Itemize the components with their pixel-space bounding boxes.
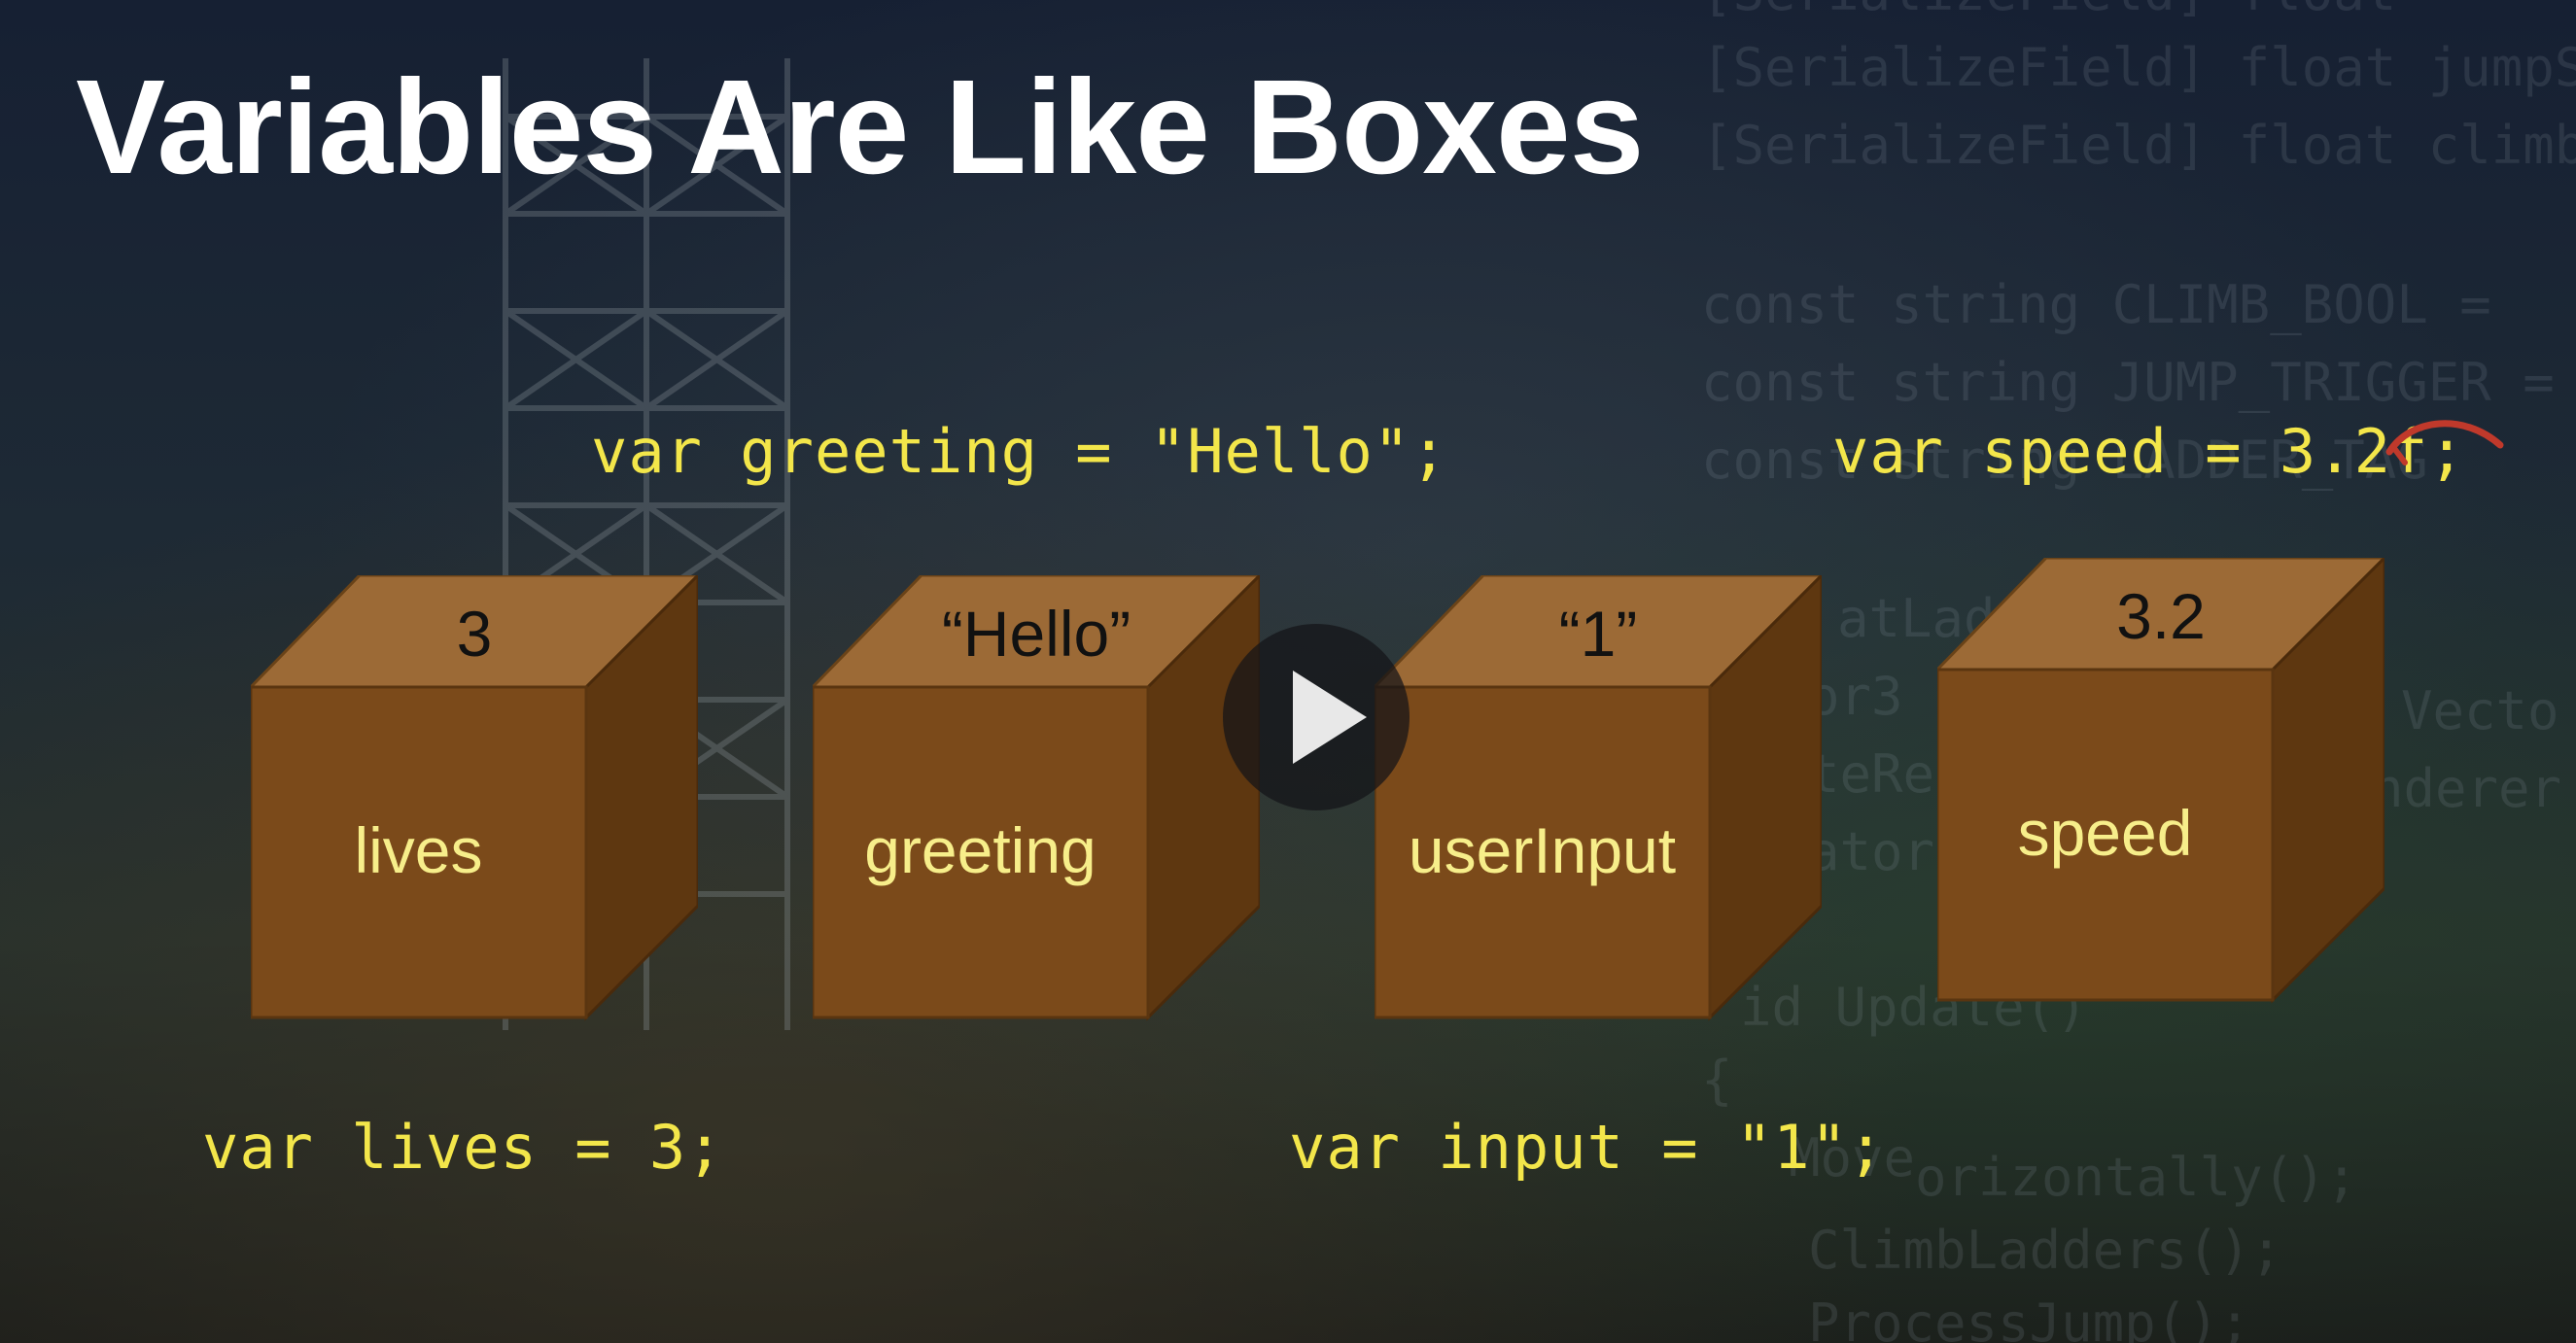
box-value: “Hello” (941, 598, 1131, 670)
slide-title: Variables Are Like Boxes (76, 52, 1644, 202)
background-code-line: ator (1808, 821, 1935, 882)
box-value: 3.2 (2116, 580, 2206, 652)
variable-box-userinput: “1” userInput (1375, 575, 1822, 1022)
variable-box-greeting: “Hello” greeting (813, 575, 1260, 1022)
variable-box-lives: 3 lives (251, 575, 698, 1022)
pen-annotation-icon (2385, 420, 2504, 465)
background-code-line: Vecto (2401, 680, 2559, 741)
background-code-line: [SerializeField] float climbS (1701, 115, 2576, 176)
box-label: lives (354, 814, 483, 886)
box-label: greeting (864, 814, 1097, 886)
box-value: “1” (1558, 598, 1638, 670)
variable-box-speed: 3.2 speed (1937, 558, 2385, 1005)
greeting-declaration: var greeting = "Hello"; (591, 416, 1448, 487)
play-icon (1293, 671, 1367, 764)
video-frame[interactable]: [SerializeField] float [SerializeField] … (0, 0, 2576, 1343)
box-value: 3 (456, 598, 493, 670)
background-code-line: orizontally(); (1915, 1147, 2358, 1208)
play-button[interactable] (1223, 624, 1410, 810)
background-code-line: { (1701, 1050, 1733, 1111)
background-code-line: [SerializeField] float jumpSp (1701, 37, 2576, 98)
box-label: userInput (1408, 814, 1677, 886)
background-code-line: or3 (1808, 666, 1903, 727)
background-code-line: ClimbLadders(); (1808, 1220, 2282, 1281)
box-label: speed (2017, 797, 2193, 869)
background-code-line: nderer (2372, 758, 2562, 819)
background-code-line: teRe (1808, 743, 1935, 805)
background-code-line: ProcessJump(); (1808, 1292, 2251, 1343)
input-declaration: var input = "1"; (1289, 1112, 1886, 1183)
background-code-line: [SerializeField] float (1701, 0, 2428, 22)
lives-declaration: var lives = 3; (202, 1112, 724, 1183)
background-code-line: const string JUMP_TRIGGER = (1701, 352, 2555, 413)
speed-declaration: var speed = 3.2f; (1832, 416, 2466, 487)
background-code-line: const string CLIMB_BOOL = (1701, 274, 2491, 335)
